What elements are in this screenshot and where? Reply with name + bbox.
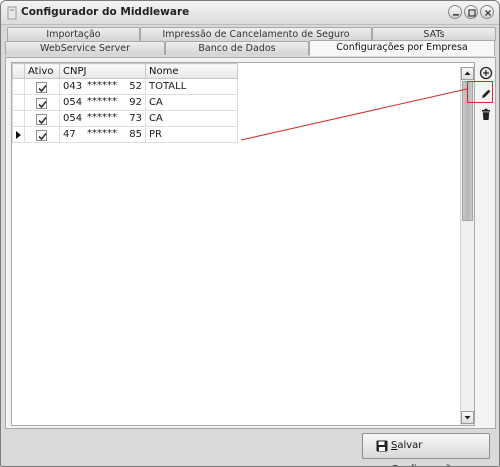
annotation-highlight-box [467,81,493,103]
app-window: Configurador do Middleware Importação Im… [0,0,500,467]
save-settings-button[interactable]: Salvar Configurações [362,433,490,466]
floppy-disk-icon [376,440,388,452]
save-label-rest: alvar Configurações [391,440,463,466]
annotation-line [240,88,468,141]
save-settings-label: Salvar Configurações [391,434,489,466]
